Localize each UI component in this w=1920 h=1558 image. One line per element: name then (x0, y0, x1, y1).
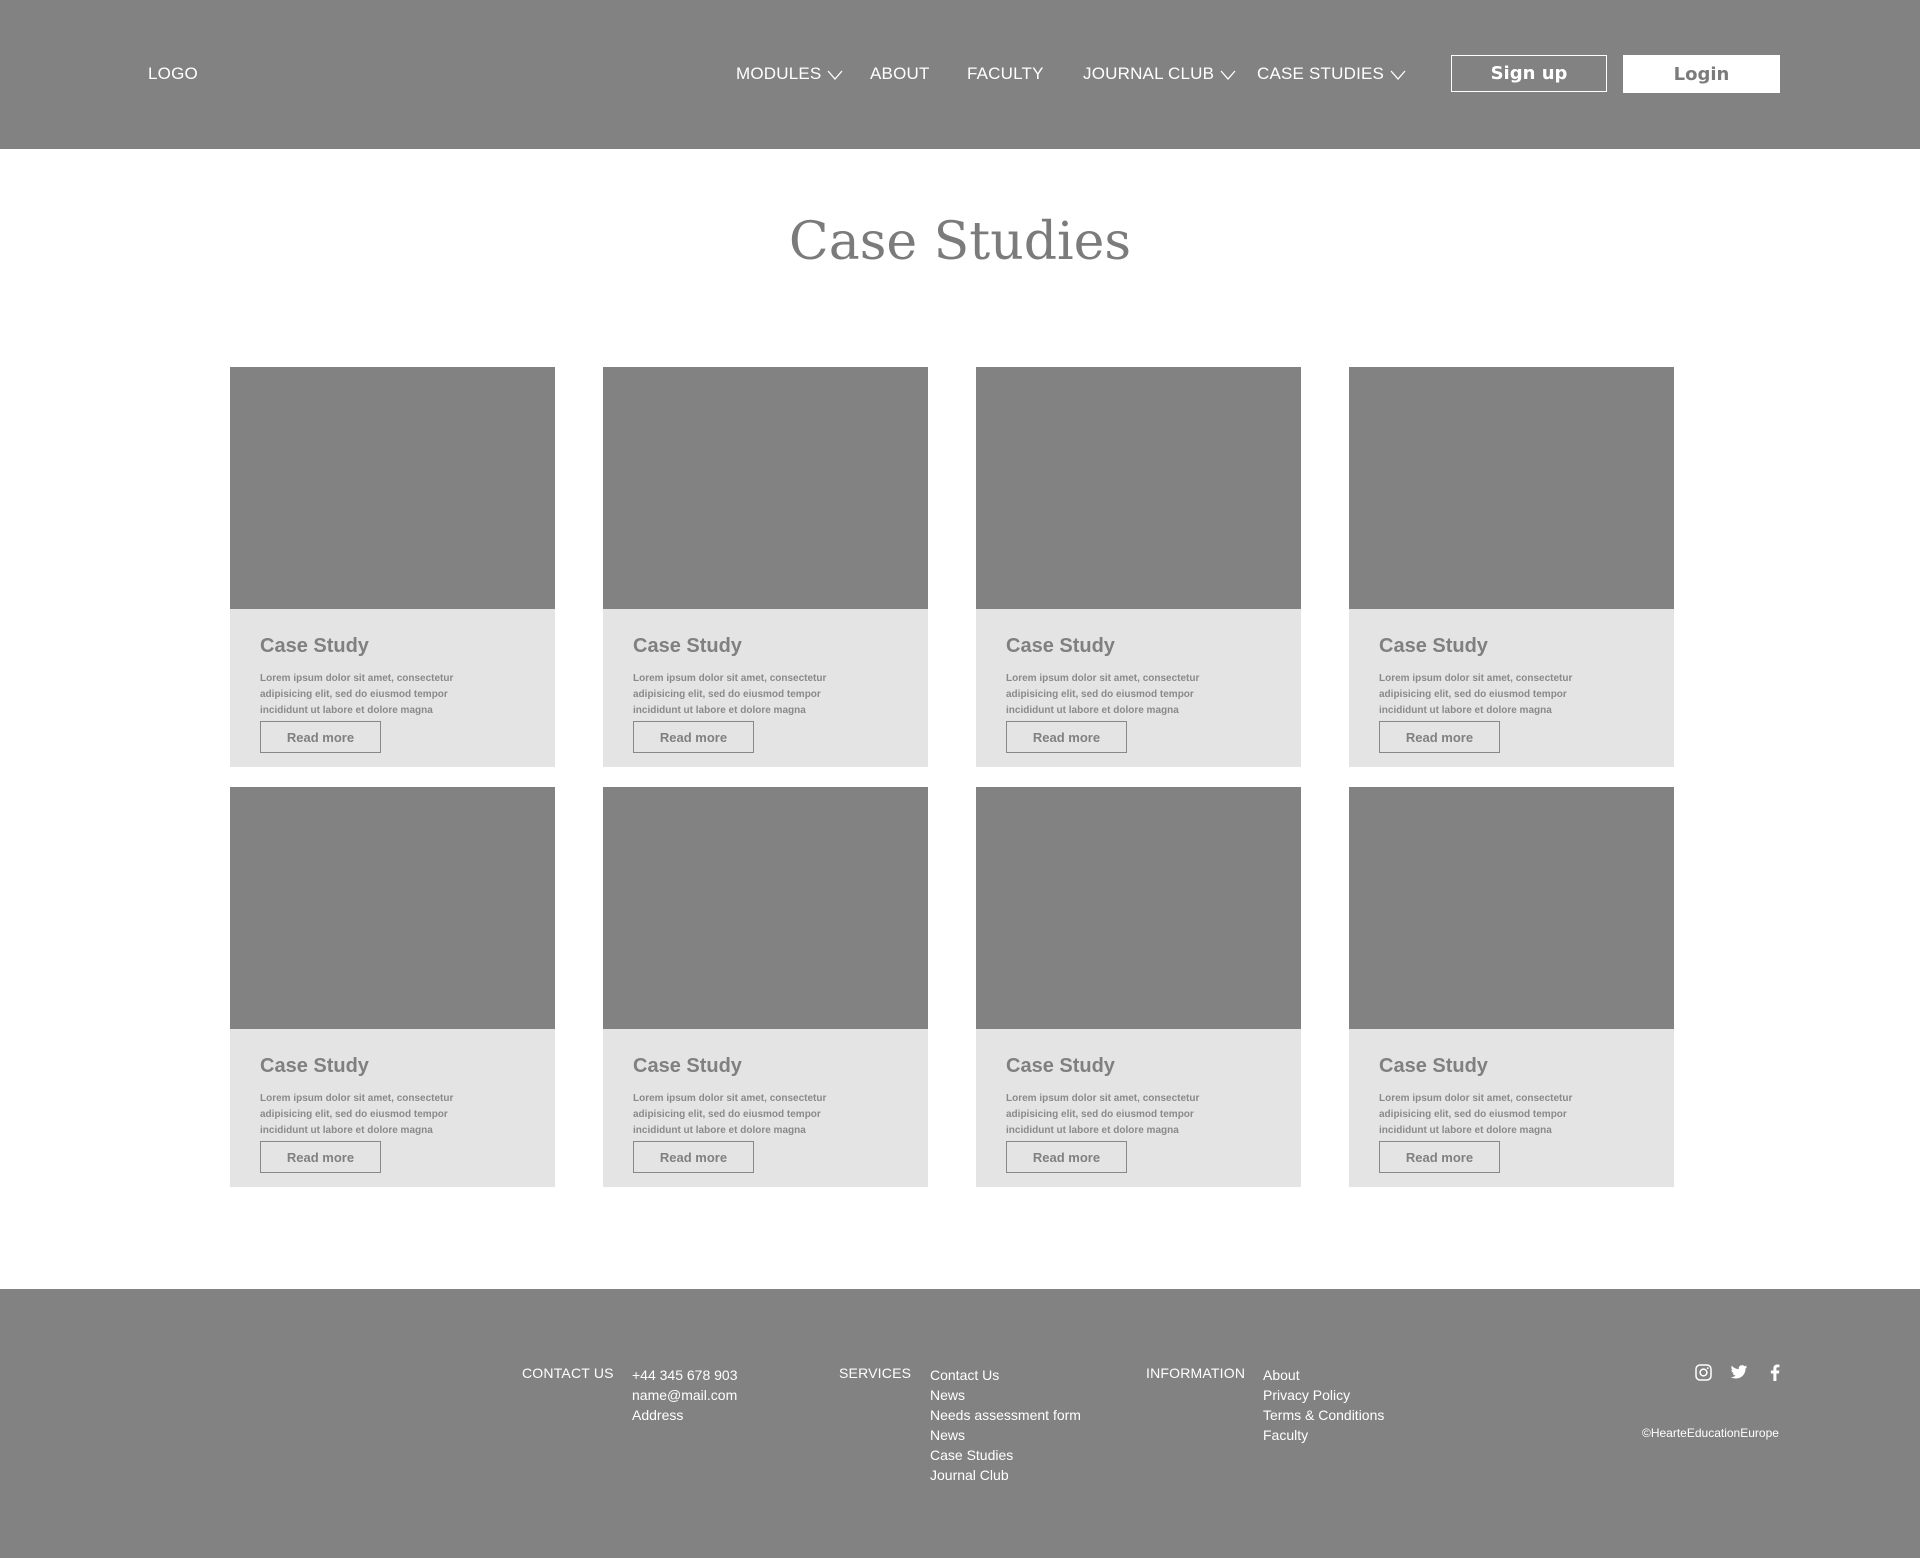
chevron-down-icon (1220, 70, 1236, 80)
read-more-button[interactable]: Read more (1006, 721, 1127, 753)
footer-link-news[interactable]: News (930, 1385, 1081, 1405)
card-image[interactable] (976, 367, 1301, 609)
footer-link-about[interactable]: About (1263, 1365, 1384, 1385)
footer-contact-heading: CONTACT US (522, 1365, 614, 1381)
card-image[interactable] (230, 787, 555, 1029)
read-more-button[interactable]: Read more (1006, 1141, 1127, 1173)
nav-journal-club-label: JOURNAL CLUB (1083, 64, 1215, 83)
nav-faculty[interactable]: FACULTY (967, 64, 1044, 84)
footer-link-journal-club[interactable]: Journal Club (930, 1465, 1081, 1485)
footer-services-heading: SERVICES (839, 1365, 912, 1381)
card-image[interactable] (230, 367, 555, 609)
card-text: Lorem ipsum dolor sit amet, consectetur … (1006, 673, 1200, 716)
case-study-card: Case Study Lorem ipsum dolor sit amet, c… (1349, 367, 1674, 767)
nav-about[interactable]: ABOUT (870, 64, 930, 84)
card-text: Lorem ipsum dolor sit amet, consectetur … (260, 1093, 454, 1136)
case-study-card: Case Study Lorem ipsum dolor sit amet, c… (603, 367, 928, 767)
site-header: LOGO MODULES ABOUT FACULTY JOURNAL CLUB … (0, 0, 1920, 149)
chevron-down-icon (827, 70, 843, 80)
card-text: Lorem ipsum dolor sit amet, consectetur … (260, 673, 454, 716)
case-study-card: Case Study Lorem ipsum dolor sit amet, c… (1349, 787, 1674, 1187)
footer-services-list: Contact Us News Needs assessment form Ne… (930, 1365, 1081, 1485)
copyright: ©HearteEducationEurope (1642, 1426, 1779, 1440)
footer-link-privacy-policy[interactable]: Privacy Policy (1263, 1385, 1384, 1405)
nav-modules[interactable]: MODULES (736, 64, 843, 84)
card-title: Case Study (633, 635, 742, 657)
card-text: Lorem ipsum dolor sit amet, consectetur … (1379, 1093, 1573, 1136)
read-more-button[interactable]: Read more (1379, 1141, 1500, 1173)
chevron-down-icon (1390, 70, 1406, 80)
read-more-button[interactable]: Read more (633, 721, 754, 753)
case-study-card: Case Study Lorem ipsum dolor sit amet, c… (230, 367, 555, 767)
instagram-icon[interactable] (1694, 1363, 1712, 1381)
card-title: Case Study (633, 1055, 742, 1077)
nav-journal-club[interactable]: JOURNAL CLUB (1083, 64, 1236, 84)
read-more-button[interactable]: Read more (633, 1141, 754, 1173)
nav-case-studies[interactable]: CASE STUDIES (1257, 64, 1406, 84)
footer-address[interactable]: Address (632, 1405, 738, 1425)
nav-about-label: ABOUT (870, 64, 930, 83)
footer-information-list: About Privacy Policy Terms & Conditions … (1263, 1365, 1384, 1445)
footer-link-terms[interactable]: Terms & Conditions (1263, 1405, 1384, 1425)
case-study-card: Case Study Lorem ipsum dolor sit amet, c… (230, 787, 555, 1187)
read-more-button[interactable]: Read more (260, 1141, 381, 1173)
card-title: Case Study (260, 635, 369, 657)
footer-link-news[interactable]: News (930, 1425, 1081, 1445)
card-title: Case Study (1379, 1055, 1488, 1077)
facebook-icon[interactable] (1766, 1363, 1784, 1381)
logo[interactable]: LOGO (148, 64, 198, 84)
footer-link-faculty[interactable]: Faculty (1263, 1425, 1384, 1445)
footer-phone[interactable]: +44 345 678 903 (632, 1365, 738, 1385)
card-text: Lorem ipsum dolor sit amet, consectetur … (633, 673, 827, 716)
card-title: Case Study (260, 1055, 369, 1077)
read-more-button[interactable]: Read more (260, 721, 381, 753)
card-title: Case Study (1379, 635, 1488, 657)
card-text: Lorem ipsum dolor sit amet, consectetur … (633, 1093, 827, 1136)
page-title: Case Studies (788, 212, 1132, 272)
footer-information-heading: INFORMATION (1146, 1365, 1246, 1381)
footer-email[interactable]: name@mail.com (632, 1385, 738, 1405)
nav-faculty-label: FACULTY (967, 64, 1044, 83)
footer-contact-list: +44 345 678 903 name@mail.com Address (632, 1365, 738, 1425)
read-more-button[interactable]: Read more (1379, 721, 1500, 753)
card-title: Case Study (1006, 1055, 1115, 1077)
site-footer: CONTACT US +44 345 678 903 name@mail.com… (0, 1289, 1920, 1558)
login-button[interactable]: Login (1623, 55, 1780, 93)
card-image[interactable] (603, 787, 928, 1029)
card-image[interactable] (976, 787, 1301, 1029)
nav-case-studies-label: CASE STUDIES (1257, 64, 1385, 83)
nav-modules-label: MODULES (736, 64, 822, 83)
card-image[interactable] (603, 367, 928, 609)
card-text: Lorem ipsum dolor sit amet, consectetur … (1006, 1093, 1200, 1136)
card-image[interactable] (1349, 787, 1674, 1029)
twitter-icon[interactable] (1730, 1363, 1748, 1381)
social-links (1694, 1363, 1784, 1381)
footer-link-contact-us[interactable]: Contact Us (930, 1365, 1081, 1385)
card-text: Lorem ipsum dolor sit amet, consectetur … (1379, 673, 1573, 716)
signup-button[interactable]: Sign up (1451, 55, 1607, 92)
case-study-card: Case Study Lorem ipsum dolor sit amet, c… (976, 787, 1301, 1187)
case-study-card: Case Study Lorem ipsum dolor sit amet, c… (976, 367, 1301, 767)
card-image[interactable] (1349, 367, 1674, 609)
case-study-card: Case Study Lorem ipsum dolor sit amet, c… (603, 787, 928, 1187)
card-title: Case Study (1006, 635, 1115, 657)
footer-link-needs-assessment[interactable]: Needs assessment form (930, 1405, 1081, 1425)
footer-link-case-studies[interactable]: Case Studies (930, 1445, 1081, 1465)
